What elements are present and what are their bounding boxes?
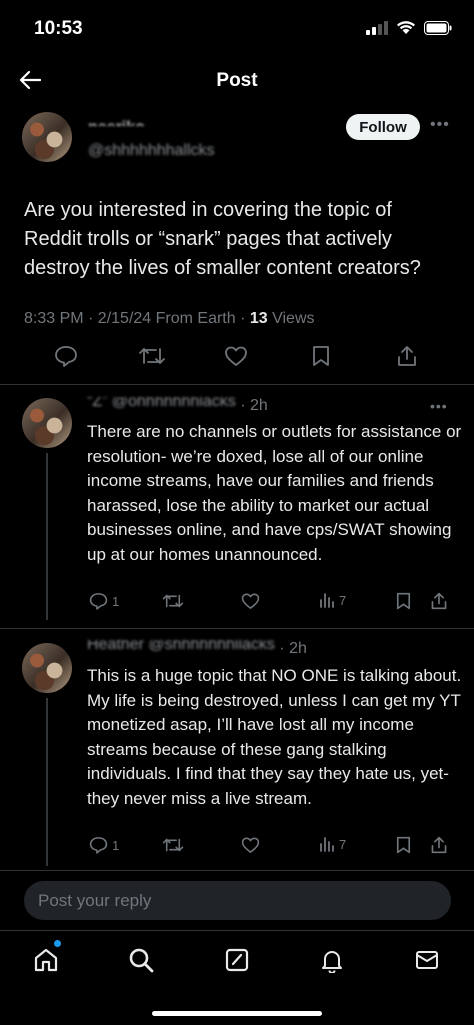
views-icon	[320, 593, 334, 608]
reply-button[interactable]: 1	[89, 836, 119, 854]
reply-text: This is a huge topic that NO ONE is talk…	[87, 666, 462, 808]
post-actions	[0, 345, 474, 375]
reply-header: Heather @shhhhhhhllacks · 2h	[87, 640, 307, 658]
status-icons	[366, 20, 452, 35]
bookmark-icon	[396, 836, 411, 854]
like-icon	[225, 346, 247, 366]
tab-search[interactable]	[124, 943, 158, 977]
page-title: Post	[216, 70, 258, 91]
retweet-button[interactable]	[162, 592, 184, 610]
bookmark-button[interactable]	[312, 345, 330, 367]
reply-header: “Z” @ohhhhhhhlacks · 2h	[87, 397, 268, 415]
like-icon	[241, 837, 260, 853]
views-icon	[320, 837, 334, 852]
bookmark-icon	[313, 346, 329, 366]
like-button[interactable]	[241, 592, 260, 610]
author-avatar[interactable]	[22, 112, 72, 162]
like-button[interactable]	[224, 345, 248, 367]
battery-icon	[424, 20, 452, 35]
reply-input[interactable]: Post your reply	[24, 881, 451, 920]
post-more-icon[interactable]: •••	[430, 116, 450, 134]
reply-actions: 1 7	[0, 836, 474, 866]
status-time: 10:53	[34, 18, 83, 39]
post-views-count: 13	[249, 310, 268, 327]
home-indicator	[152, 1011, 322, 1016]
retweet-icon	[139, 348, 165, 364]
reply-icon	[89, 837, 108, 854]
reply-author[interactable]: “Z” @ohhhhhhhlacks	[87, 397, 236, 410]
reply-icon	[55, 346, 77, 367]
search-icon	[129, 948, 154, 973]
divider	[0, 870, 474, 871]
tab-messages[interactable]	[410, 943, 444, 977]
share-button[interactable]	[430, 592, 448, 610]
author-handle[interactable]: @shhhhhhhallcks	[88, 142, 215, 160]
post-text: Are you interested in covering the topic…	[24, 199, 421, 279]
home-icon	[34, 948, 58, 972]
notifications-icon	[322, 951, 342, 973]
reply-more-icon[interactable]: •••	[430, 398, 448, 414]
follow-button[interactable]: Follow	[346, 114, 420, 140]
tab-compose[interactable]	[220, 943, 254, 977]
reply-count: 1	[112, 837, 120, 853]
divider	[0, 628, 474, 629]
reply-button[interactable]	[54, 345, 78, 367]
status-bar: 10:53	[0, 0, 474, 58]
reply-avatar[interactable]	[22, 398, 72, 448]
share-icon	[398, 346, 416, 366]
retweet-icon	[162, 594, 184, 608]
retweet-button[interactable]	[162, 836, 184, 854]
divider	[0, 384, 474, 385]
author-name[interactable]: neeriko	[88, 116, 145, 126]
retweet-icon	[162, 838, 184, 852]
bookmark-icon	[396, 592, 411, 610]
reply-avatar[interactable]	[22, 643, 72, 693]
reply-placeholder: Post your reply	[38, 890, 152, 910]
post-metadata: 8:33 PM · 2/15/24 From Earth · 13 Views	[24, 310, 315, 328]
reply-actions: 1 7	[0, 592, 474, 622]
share-button[interactable]	[396, 345, 418, 367]
wifi-icon	[397, 21, 415, 34]
tab-home[interactable]	[29, 943, 63, 977]
bookmark-button[interactable]	[396, 836, 411, 854]
share-icon	[431, 592, 447, 610]
reply-button[interactable]: 1	[89, 592, 119, 610]
post-timestamp: 8:33 PM · 2/15/24 From Earth ·	[24, 310, 250, 327]
bookmark-button[interactable]	[396, 592, 411, 610]
compose-icon	[225, 948, 249, 972]
navigation-bar: Post	[0, 58, 474, 102]
cellular-signal-icon	[366, 20, 388, 35]
retweet-button[interactable]	[138, 345, 166, 367]
share-button[interactable]	[430, 836, 448, 854]
view-count: 7	[339, 592, 347, 608]
reply-icon	[89, 593, 108, 610]
view-count: 7	[339, 836, 347, 852]
reply-count: 1	[112, 593, 120, 609]
reply-time: · 2h	[240, 397, 268, 414]
share-icon	[431, 836, 447, 854]
post-views-label: Views	[267, 310, 315, 327]
like-icon	[241, 593, 260, 609]
reply-text: There are no channels or outlets for ass…	[87, 422, 462, 564]
tab-notifications[interactable]	[315, 943, 349, 977]
messages-icon	[416, 951, 438, 969]
like-button[interactable]	[241, 836, 260, 854]
reply-author[interactable]: Heather @shhhhhhhllacks	[87, 640, 275, 654]
views-button[interactable]: 7	[319, 836, 346, 852]
reply-time: · 2h	[279, 640, 307, 657]
home-notification-dot	[54, 940, 61, 947]
views-button[interactable]: 7	[319, 592, 346, 608]
bottom-tab-bar	[0, 930, 474, 991]
